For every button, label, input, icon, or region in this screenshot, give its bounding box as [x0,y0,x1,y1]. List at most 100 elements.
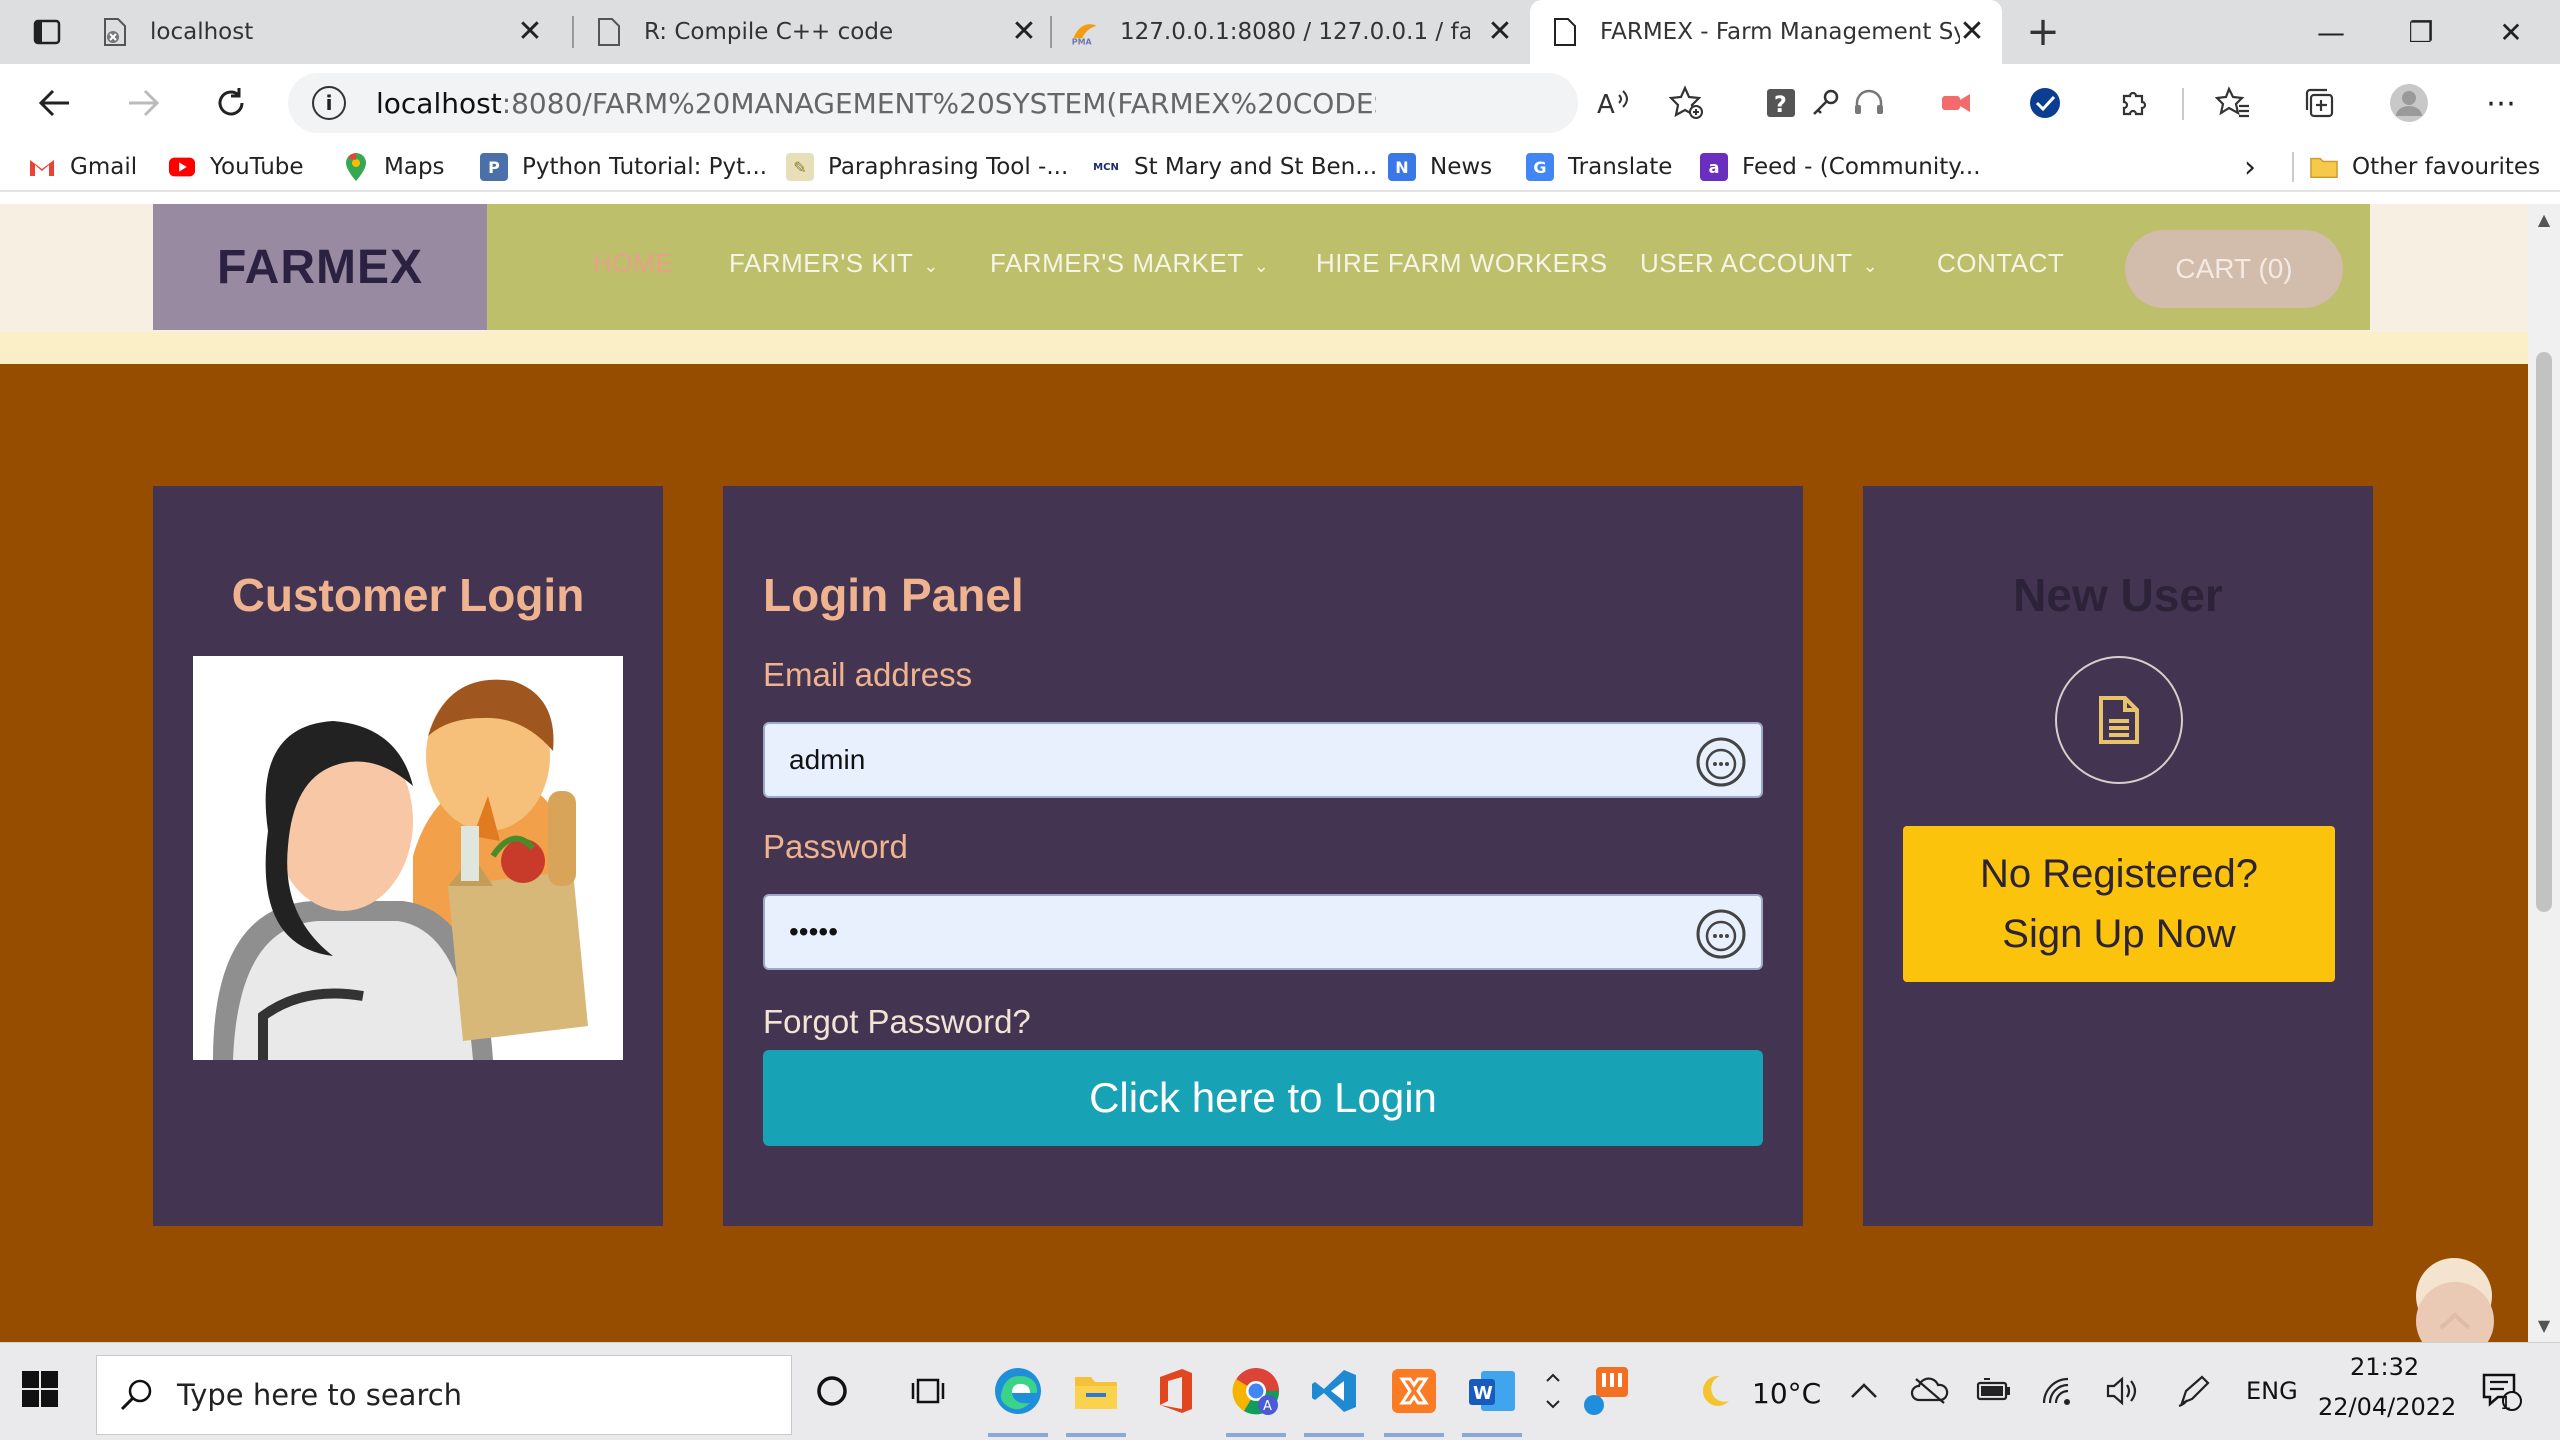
password-manager-icon[interactable] [1695,736,1747,788]
taskbar-search-placeholder: Type here to search [177,1378,463,1412]
edge-browser-icon[interactable] [990,1363,1046,1419]
file-explorer-icon[interactable] [1068,1363,1124,1419]
help-extension-icon[interactable]: ? [1756,78,1806,128]
bookmark-label: YouTube [210,154,304,180]
headset-extension-icon[interactable] [1844,78,1894,128]
chevron-down-icon: ⌄ [1253,256,1270,276]
read-aloud-icon[interactable]: A [1588,78,1638,128]
scrollbar-thumb[interactable] [2536,352,2552,912]
password-manager-icon[interactable] [1695,908,1747,960]
close-tab-icon[interactable]: ✕ [512,14,548,50]
add-favorite-icon[interactable] [1662,78,1712,128]
site-info-icon[interactable]: i [312,86,346,120]
bookmark-st-mary[interactable]: MCN St Mary and St Ben... [1092,150,1377,184]
new-tab-button[interactable]: + [2018,7,2068,57]
word-icon[interactable]: W [1464,1363,1520,1419]
address-bar[interactable]: i localhost:8080/FARM%20MANAGEMENT%20SYS… [288,73,1839,133]
pen-icon[interactable] [2166,1363,2222,1419]
task-view-icon[interactable] [900,1363,956,1419]
close-tab-icon[interactable]: ✕ [1006,14,1042,50]
header-bottom-strip [0,332,2528,364]
close-tab-icon[interactable]: ✕ [1482,14,1518,50]
bookmark-paraphrasing-tool[interactable]: ✎ Paraphrasing Tool -... [786,150,1068,184]
chevron-down-icon: ⌄ [1862,256,1879,276]
close-tab-icon[interactable]: ✕ [1954,14,1990,50]
forward-button[interactable] [118,78,168,128]
tray-chevron-up-icon[interactable] [1836,1363,1892,1419]
tab-compile-cpp[interactable]: R: Compile C++ code ✕ [594,0,1054,64]
scroll-down-arrow-icon[interactable]: ▼ [2528,1310,2560,1342]
bookmark-feed[interactable]: a Feed - (Community... [1700,150,1981,184]
settings-more-icon[interactable]: ⋯ [2476,78,2526,128]
favorites-icon[interactable] [2208,78,2258,128]
bookmark-python-tutorial[interactable]: P Python Tutorial: Pyt... [480,150,767,184]
key-icon[interactable] [1800,78,1850,128]
email-field[interactable]: admin [763,722,1763,798]
tab-localhost[interactable]: localhost ✕ [100,0,560,64]
input-language[interactable]: ENG [2246,1377,2298,1405]
chrome-icon[interactable]: A [1228,1363,1284,1419]
nav-farmers-kit[interactable]: FARMER'S KIT ⌄ [729,248,939,279]
password-field[interactable]: ••••• [763,894,1763,970]
minimize-button[interactable]: — [2286,0,2376,64]
back-to-top-button[interactable] [2416,1258,2494,1342]
nav-hire-farm-workers[interactable]: HIRE FARM WORKERS [1316,248,1608,279]
bookmark-translate[interactable]: G Translate [1526,150,1672,184]
weather-temperature[interactable]: 10°C [1752,1377,1821,1410]
bookmark-label: Python Tutorial: Pyt... [522,154,768,180]
bookmark-gmail[interactable]: Gmail [28,150,137,184]
notification-app-icon[interactable] [1576,1363,1632,1419]
cart-button[interactable]: CART (0) [2125,230,2343,308]
clock-date[interactable]: 22/04/2022 [2318,1393,2456,1421]
extensions-icon[interactable] [2108,78,2158,128]
tab-farmex[interactable]: FARMEX - Farm Management Sy ✕ [1530,0,2002,64]
nav-home[interactable]: HOME [593,248,673,279]
collections-icon[interactable] [2294,78,2344,128]
window-close-button[interactable]: ✕ [2466,0,2556,64]
bookmarks-overflow-chevron-icon[interactable]: › [2244,150,2256,185]
chevron-up-icon[interactable] [2416,1282,2494,1342]
tab-actions-icon[interactable] [22,7,72,57]
restore-button[interactable]: ❐ [2376,0,2466,64]
forgot-password-link[interactable]: Forgot Password? [763,1003,1031,1041]
tab-title: R: Compile C++ code [644,19,894,45]
refresh-button[interactable] [206,78,256,128]
weather-moon-icon[interactable] [1686,1363,1742,1419]
site-logo[interactable]: FARMEX [217,240,423,295]
active-app-indicator [1462,1433,1522,1437]
screen-record-extension-icon[interactable] [1932,78,1982,128]
feed-icon: a [1700,153,1728,181]
vscode-icon[interactable] [1306,1363,1362,1419]
wifi-icon[interactable] [2030,1363,2086,1419]
svg-text:PMA: PMA [1072,37,1093,46]
clock-time[interactable]: 21:32 [2350,1353,2419,1381]
email-value: admin [789,744,866,775]
volume-icon[interactable] [2094,1363,2150,1419]
onedrive-offline-icon[interactable] [1902,1363,1958,1419]
check-extension-icon[interactable] [2020,78,2070,128]
taskbar-overflow-chevron-icon[interactable] [1538,1363,1568,1419]
profile-avatar-icon[interactable] [2384,78,2434,128]
windows-start-icon[interactable] [20,1369,66,1415]
bookmark-maps[interactable]: Maps [342,150,445,184]
nav-contact[interactable]: CONTACT [1937,248,2064,279]
taskbar-search-box[interactable]: Type here to search [96,1355,792,1435]
bookmark-news[interactable]: N News [1388,150,1492,184]
tab-phpmyadmin[interactable]: PMA 127.0.0.1:8080 / 127.0.0.1 / farme ✕ [1070,0,1530,64]
nav-user-account[interactable]: USER ACCOUNT ⌄ [1640,248,1878,279]
xampp-icon[interactable] [1386,1363,1442,1419]
office-icon[interactable] [1148,1363,1204,1419]
scroll-up-arrow-icon[interactable]: ▲ [2528,204,2560,236]
cortana-icon[interactable] [804,1363,860,1419]
battery-icon[interactable] [1966,1363,2022,1419]
nav-farmers-market[interactable]: FARMER'S MARKET ⌄ [990,248,1269,279]
back-button[interactable] [30,78,80,128]
address-url[interactable]: localhost:8080/FARM%20MANAGEMENT%20SYSTE… [376,87,1376,120]
page-scrollbar[interactable]: ▲ ▼ [2528,204,2560,1342]
login-button[interactable]: Click here to Login [763,1050,1763,1146]
bookmark-youtube[interactable]: YouTube [168,150,304,184]
signup-button[interactable]: No Registered? Sign Up Now [1903,826,2335,982]
logo-box[interactable]: FARMEX [153,204,487,330]
bookmark-other-favourites[interactable]: Other favourites [2310,150,2540,184]
page-icon [1550,17,1580,47]
